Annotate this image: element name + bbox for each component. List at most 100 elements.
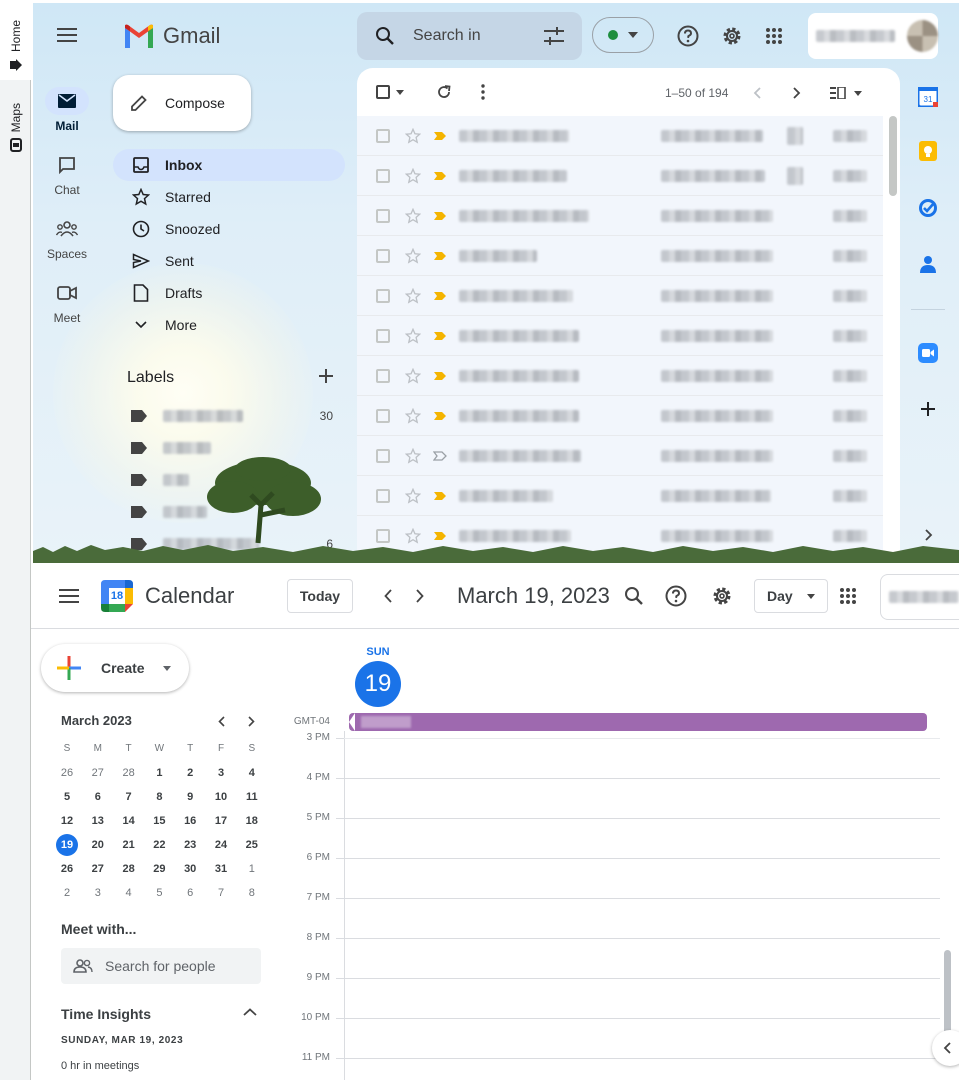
mail-row[interactable]	[357, 236, 883, 276]
mini-day[interactable]: 5	[54, 786, 80, 808]
star-icon[interactable]	[405, 327, 421, 344]
mini-day[interactable]: 14	[116, 810, 142, 832]
mini-day[interactable]: 24	[208, 834, 234, 856]
mail-row-checkbox[interactable]	[376, 408, 390, 423]
tab-home[interactable]: Home	[0, 0, 31, 80]
search-icon[interactable]	[375, 26, 395, 46]
star-icon[interactable]	[405, 127, 421, 144]
mini-day[interactable]: 2	[54, 882, 80, 904]
search-people-input[interactable]: Search for people	[61, 948, 261, 984]
mini-day[interactable]: 26	[54, 858, 80, 880]
calendar-scrollbar[interactable]	[944, 950, 951, 1036]
mini-day[interactable]: 2	[177, 762, 203, 784]
mini-day[interactable]: 11	[239, 786, 265, 808]
split-pane-toggle[interactable]	[830, 87, 862, 99]
nav-snoozed[interactable]: Snoozed	[113, 213, 345, 245]
mini-day[interactable]: 3	[85, 882, 111, 904]
mini-day[interactable]: 1	[239, 858, 265, 880]
tab-maps[interactable]: Maps	[0, 84, 31, 158]
settings-gear-icon[interactable]	[721, 25, 743, 47]
older-page-icon[interactable]	[793, 87, 801, 99]
importance-marker-icon[interactable]	[433, 491, 447, 501]
mail-row-checkbox[interactable]	[376, 368, 390, 383]
star-icon[interactable]	[405, 207, 421, 224]
star-icon[interactable]	[405, 487, 421, 504]
day-header-date[interactable]: 19	[355, 661, 401, 707]
mini-calendar-next-icon[interactable]	[248, 716, 255, 727]
compose-button[interactable]: Compose	[113, 75, 251, 131]
google-tasks-icon[interactable]	[919, 199, 937, 217]
mini-day[interactable]: 5	[146, 882, 172, 904]
importance-marker-icon[interactable]	[433, 411, 447, 421]
importance-marker-icon[interactable]	[433, 211, 447, 221]
mini-day[interactable]: 20	[85, 834, 111, 856]
search-input[interactable]: Search in	[413, 27, 544, 45]
mail-row-checkbox[interactable]	[376, 128, 390, 143]
star-icon[interactable]	[405, 527, 421, 544]
mail-row-checkbox[interactable]	[376, 528, 390, 543]
mini-day[interactable]: 9	[177, 786, 203, 808]
calendar-logo[interactable]: 18 Calendar	[101, 580, 234, 612]
mini-day[interactable]: 4	[239, 762, 265, 784]
importance-marker-icon[interactable]	[433, 291, 447, 301]
search-icon[interactable]	[624, 586, 644, 606]
mini-day[interactable]: 13	[85, 810, 111, 832]
star-icon[interactable]	[405, 447, 421, 464]
mini-day[interactable]: 8	[239, 882, 265, 904]
refresh-icon[interactable]	[436, 84, 452, 100]
mail-row[interactable]	[357, 396, 883, 436]
mail-row[interactable]	[357, 196, 883, 236]
rail-spaces[interactable]: Spaces	[33, 215, 101, 261]
mini-day[interactable]: 1	[146, 762, 172, 784]
mini-day[interactable]: 6	[85, 786, 111, 808]
gmail-search-bar[interactable]: Search in	[357, 12, 582, 60]
search-options-icon[interactable]	[544, 27, 564, 45]
mail-row[interactable]	[357, 156, 883, 196]
mini-day[interactable]: 12	[54, 810, 80, 832]
mail-row[interactable]	[357, 436, 883, 476]
nav-inbox[interactable]: Inbox	[113, 149, 345, 181]
mini-day[interactable]: 25	[239, 834, 265, 856]
mini-day[interactable]: 21	[116, 834, 142, 856]
star-icon[interactable]	[405, 407, 421, 424]
mini-day[interactable]: 29	[146, 858, 172, 880]
mini-day[interactable]: 8	[146, 786, 172, 808]
mini-day[interactable]: 28	[116, 858, 142, 880]
gmail-logo[interactable]: Gmail	[123, 23, 220, 49]
add-label-icon[interactable]	[319, 369, 333, 383]
settings-gear-icon[interactable]	[711, 585, 733, 607]
mini-day[interactable]: 28	[116, 762, 142, 784]
importance-marker-icon[interactable]	[433, 131, 447, 141]
gmail-main-menu-button[interactable]	[57, 27, 77, 43]
mail-row[interactable]	[357, 116, 883, 156]
help-icon[interactable]	[665, 585, 687, 607]
mini-day[interactable]: 19	[56, 834, 78, 856]
mail-row-checkbox[interactable]	[376, 208, 390, 223]
star-icon[interactable]	[405, 247, 421, 264]
mini-day[interactable]: 22	[146, 834, 172, 856]
status-selector[interactable]	[592, 17, 654, 53]
nav-drafts[interactable]: Drafts	[113, 277, 345, 309]
importance-marker-icon[interactable]	[433, 371, 447, 381]
star-icon[interactable]	[405, 167, 421, 184]
importance-marker-icon[interactable]	[433, 450, 447, 461]
mini-day[interactable]: 6	[177, 882, 203, 904]
star-icon[interactable]	[405, 287, 421, 304]
importance-marker-icon[interactable]	[433, 171, 447, 181]
mail-row[interactable]	[357, 356, 883, 396]
mini-day[interactable]: 26	[54, 762, 80, 784]
mini-day[interactable]: 31	[208, 858, 234, 880]
google-calendar-app-icon[interactable]: 31	[918, 87, 938, 107]
today-button[interactable]: Today	[287, 579, 353, 613]
avatar[interactable]	[906, 20, 938, 52]
mini-day[interactable]: 3	[208, 762, 234, 784]
importance-marker-icon[interactable]	[433, 251, 447, 261]
mail-row-checkbox[interactable]	[376, 328, 390, 343]
mail-list-scrollbar[interactable]	[889, 116, 897, 196]
expand-side-panel-icon[interactable]	[925, 529, 933, 541]
mini-day[interactable]: 7	[116, 786, 142, 808]
mini-calendar-prev-icon[interactable]	[218, 716, 225, 727]
mail-row-checkbox[interactable]	[376, 288, 390, 303]
all-day-event[interactable]	[349, 713, 927, 731]
nav-starred[interactable]: Starred	[113, 181, 345, 213]
